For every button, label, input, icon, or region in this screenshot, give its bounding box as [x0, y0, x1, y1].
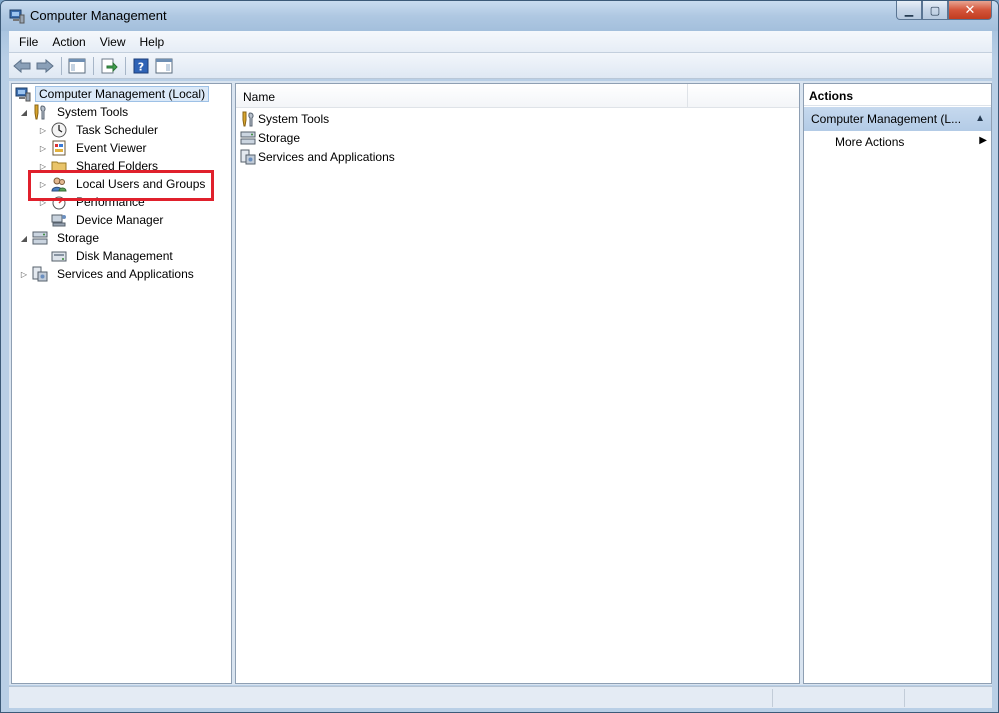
minimize-button[interactable]: ▁ [896, 1, 922, 20]
actions-pane: Actions Computer Management (L... ▲ More… [803, 83, 992, 684]
list-item-label: Services and Applications [258, 150, 395, 164]
toolbar-separator [93, 56, 94, 75]
console-tree[interactable]: Computer Management (Local) ◢ System Too… [11, 83, 232, 684]
back-button[interactable] [11, 55, 33, 77]
content-area: Computer Management (Local) ◢ System Too… [9, 81, 992, 685]
maximize-button[interactable]: ▢ [922, 1, 948, 20]
export-list-icon [101, 58, 118, 73]
tree-item-label: Computer Management (Local) [35, 86, 210, 102]
tree-item-label: Device Manager [76, 213, 164, 227]
tree-item-storage[interactable]: ◢ Storage [18, 229, 104, 247]
expanded-arrow-icon[interactable]: ◢ [18, 108, 30, 117]
window-controls: ▁ ▢ ✕ [896, 1, 992, 21]
collapsed-arrow-icon[interactable]: ▷ [37, 144, 49, 153]
more-actions-item[interactable]: More Actions ▶ [835, 135, 987, 153]
list-item[interactable]: Services and Applications [240, 148, 395, 166]
tree-item-system-tools[interactable]: ◢ System Tools [18, 103, 133, 121]
svg-text:?: ? [138, 60, 144, 73]
list-item-label: Storage [258, 131, 301, 145]
export-list-button[interactable] [98, 55, 120, 77]
list-header: Name [236, 84, 799, 108]
storage-icon [32, 230, 48, 246]
tree-item-services-and-applications[interactable]: ▷ Services and Applications [18, 265, 199, 283]
menu-file[interactable]: File [13, 33, 44, 51]
close-icon: ✕ [964, 2, 976, 17]
menu-action[interactable]: Action [46, 33, 91, 51]
submenu-arrow-icon: ▶ [979, 135, 987, 146]
forward-button[interactable] [34, 55, 56, 77]
actions-group-computer-management[interactable]: Computer Management (L... ▲ [804, 107, 991, 131]
maximize-icon: ▢ [929, 4, 941, 17]
highlight-annotation [28, 170, 214, 201]
computer-management-window: Computer Management ▁ ▢ ✕ File Action Vi… [0, 0, 999, 713]
event-viewer-icon [51, 140, 67, 156]
column-header-name[interactable]: Name [236, 84, 688, 108]
list-item[interactable]: Storage [240, 129, 300, 147]
actions-group-label: Computer Management (L... [811, 112, 962, 126]
collapse-up-icon[interactable]: ▲ [975, 113, 985, 124]
status-cell [772, 689, 904, 707]
minimize-icon: ▁ [904, 4, 914, 17]
system-tools-icon [240, 111, 256, 127]
title-bar[interactable]: Computer Management ▁ ▢ ✕ [1, 1, 998, 31]
menu-bar: File Action View Help [9, 31, 992, 53]
collapsed-arrow-icon[interactable]: ▷ [37, 126, 49, 135]
tree-item-label: System Tools [57, 105, 129, 119]
menu-view[interactable]: View [94, 33, 132, 51]
expanded-arrow-icon[interactable]: ◢ [18, 234, 30, 243]
toolbar-separator [61, 56, 62, 75]
action-pane-icon [155, 58, 173, 73]
help-icon: ? [133, 58, 149, 73]
show-hide-action-pane-button[interactable] [153, 55, 175, 77]
window-title: Computer Management [30, 8, 167, 23]
services-icon [240, 149, 256, 165]
close-button[interactable]: ✕ [948, 1, 992, 20]
system-tools-icon [32, 104, 48, 120]
results-list[interactable]: Name System Tools Storage Services and A… [235, 83, 800, 684]
tree-item-label: Event Viewer [76, 141, 147, 155]
toolbar: ? [9, 53, 992, 79]
forward-arrow-icon [36, 58, 54, 73]
menu-help[interactable]: Help [134, 33, 171, 51]
tree-item-device-manager[interactable]: Device Manager [49, 211, 168, 229]
show-hide-console-tree-button[interactable] [66, 55, 88, 77]
tree-item-label: Services and Applications [57, 267, 194, 281]
disk-icon [51, 248, 67, 264]
help-button[interactable]: ? [130, 55, 152, 77]
actions-header: Actions [804, 84, 991, 106]
list-item-label: System Tools [258, 112, 330, 126]
collapsed-arrow-icon[interactable]: ▷ [18, 270, 30, 279]
device-manager-icon [51, 212, 67, 228]
console-tree-icon [68, 58, 86, 73]
storage-icon [240, 130, 256, 146]
tree-item-label: Task Scheduler [76, 123, 159, 137]
tree-item-event-viewer[interactable]: ▷ Event Viewer [37, 139, 151, 157]
list-item[interactable]: System Tools [240, 110, 329, 128]
tree-item-disk-management[interactable]: Disk Management [49, 247, 178, 265]
more-actions-label: More Actions [835, 135, 905, 149]
status-bar [9, 686, 992, 708]
toolbar-separator [125, 56, 126, 75]
computer-management-icon [15, 86, 31, 102]
clock-icon [51, 122, 67, 138]
back-arrow-icon [13, 58, 31, 73]
status-cell [904, 689, 992, 707]
tree-item-label: Storage [57, 231, 100, 245]
tree-item-task-scheduler[interactable]: ▷ Task Scheduler [37, 121, 163, 139]
tree-item-computer-management[interactable]: Computer Management (Local) [13, 85, 210, 103]
computer-management-icon [9, 8, 25, 24]
services-icon [32, 266, 48, 282]
tree-item-label: Disk Management [76, 249, 173, 263]
